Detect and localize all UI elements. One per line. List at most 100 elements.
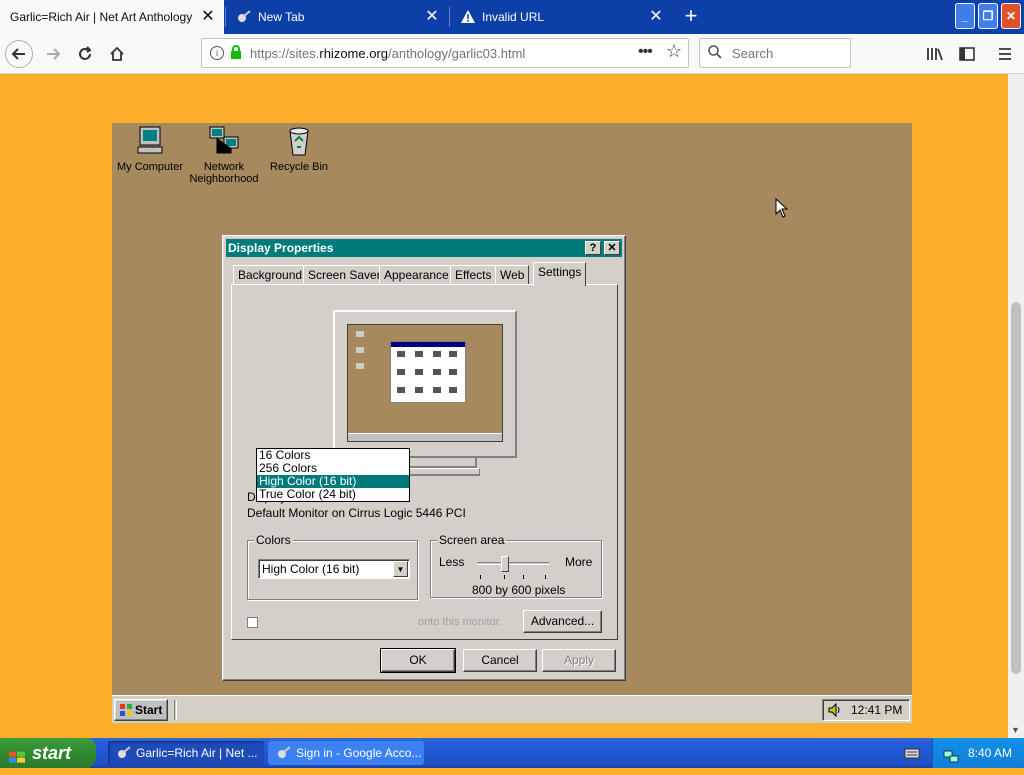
dialog-title: Display Properties <box>228 241 334 255</box>
apply-button[interactable]: Apply <box>542 649 616 672</box>
xp-clock[interactable]: 8:40 AM <box>968 738 1012 768</box>
display-value: Default Monitor on Cirrus Logic 5446 PCI <box>247 506 466 520</box>
hamburger-icon <box>999 48 1011 60</box>
hidden-checkbox-label: onto this monitor. <box>418 616 502 628</box>
colors-dropdown-list: 16 Colors 256 Colors High Color (16 bit)… <box>256 448 410 502</box>
ok-button[interactable]: OK <box>380 648 456 673</box>
cancel-button[interactable]: Cancel <box>463 649 537 672</box>
mini-window <box>390 341 466 403</box>
screen-area-group: Screen area Less More 800 by 600 pixels <box>430 533 602 598</box>
close-tab-icon[interactable]: ✕ <box>200 9 216 25</box>
my-computer-icon <box>134 125 166 157</box>
tab-effects[interactable]: Effects <box>450 265 497 285</box>
browser-nav-bar: i https://sites.rhizome.org/anthology/ga… <box>0 34 1024 74</box>
tab-background[interactable]: Background <box>233 265 308 285</box>
help-button[interactable]: ? <box>585 241 601 255</box>
warning-icon <box>460 9 476 25</box>
close-window-button[interactable]: ✕ <box>1001 3 1021 29</box>
tab-new-tab[interactable]: New Tab ✕ <box>226 0 448 34</box>
garlic-favicon-icon <box>236 9 252 25</box>
chevron-down-icon[interactable]: ▼ <box>393 561 408 577</box>
slider-thumb[interactable] <box>501 556 509 572</box>
reload-button[interactable] <box>71 40 99 68</box>
icon-label: My Computer <box>116 161 184 173</box>
slider-more-label: More <box>565 555 593 569</box>
checkbox-icon[interactable] <box>247 617 258 629</box>
mini-desktop-icons <box>352 331 368 369</box>
screen-area-value: 800 by 600 pixels <box>472 583 566 597</box>
win98-clock[interactable]: 12:41 PM <box>851 700 902 720</box>
url-path: /anthology/garlic03.html <box>388 45 526 61</box>
tab-web[interactable]: Web <box>495 265 530 285</box>
search-icon <box>708 44 722 62</box>
garlic-favicon-icon <box>116 745 132 765</box>
recycle-bin-icon <box>283 125 315 157</box>
search-input[interactable]: Search <box>699 38 851 68</box>
xp-start-button[interactable]: start <box>0 738 96 768</box>
xp-system-tray: 8:40 AM <box>932 738 1024 768</box>
xp-taskbar: start Garlic=Rich Air | Net ... Sign in … <box>0 738 1024 768</box>
win98-start-button[interactable]: Start <box>114 699 168 721</box>
tab-garlic[interactable]: Garlic=Rich Air | Net Art Anthology ✕ <box>0 0 224 34</box>
xp-task-item-google[interactable]: Sign in - Google Acco... <box>268 741 424 765</box>
minimize-window-button[interactable]: _ <box>955 3 975 29</box>
monitor-preview <box>333 310 517 458</box>
tab-settings[interactable]: Settings <box>533 262 587 286</box>
close-tab-icon[interactable]: ✕ <box>424 9 440 25</box>
desktop-icon-network[interactable]: Network Neighborhood <box>186 125 262 185</box>
new-tab-button[interactable]: + <box>680 5 702 28</box>
network-neighborhood-icon <box>208 125 240 157</box>
sidebar-icon <box>959 47 975 61</box>
lock-icon <box>230 44 242 62</box>
scroll-down-arrow-icon[interactable]: ▼ <box>1011 725 1020 735</box>
forward-button[interactable] <box>39 40 67 68</box>
monitor-screen <box>347 324 503 442</box>
mini-taskbar <box>348 433 502 441</box>
desktop-icon-recycle-bin[interactable]: Recycle Bin <box>261 125 337 173</box>
speaker-icon[interactable] <box>827 702 843 723</box>
xp-task-item-garlic[interactable]: Garlic=Rich Air | Net ... <box>108 741 264 765</box>
tab-screen-saver[interactable]: Screen Saver <box>303 265 386 285</box>
home-button[interactable] <box>103 40 131 68</box>
library-icon <box>927 48 943 61</box>
system-tray: 12:41 PM <box>822 699 910 721</box>
back-arrow-icon <box>11 48 25 60</box>
info-icon[interactable]: i <box>210 46 224 60</box>
hidden-checkbox[interactable] <box>247 615 258 629</box>
keyboard-icon[interactable] <box>904 746 920 765</box>
back-button[interactable] <box>5 40 33 68</box>
sidebar-button[interactable] <box>953 40 981 68</box>
tab-invalid-url[interactable]: Invalid URL ✕ <box>450 0 672 34</box>
url-bar[interactable]: i https://sites.rhizome.org/anthology/ga… <box>201 38 689 68</box>
url-text: https://sites.rhizome.org/anthology/garl… <box>250 46 525 61</box>
colors-selected-value: High Color (16 bit) <box>262 562 360 576</box>
slider-less-label: Less <box>439 555 465 569</box>
tab-appearance[interactable]: Appearance <box>379 265 454 285</box>
page-actions-icon[interactable]: ••• <box>638 43 653 61</box>
icon-label: Network Neighborhood <box>189 161 259 185</box>
colors-group-label: Colors <box>254 533 293 547</box>
colors-select[interactable]: High Color (16 bit) ▼ <box>258 559 410 579</box>
menu-button[interactable] <box>991 40 1019 68</box>
color-option[interactable]: True Color (24 bit) <box>257 488 409 501</box>
icon-label: Recycle Bin <box>269 161 329 173</box>
win98-desktop: My Computer Network Neighborhood Recycle… <box>112 123 912 723</box>
close-tab-icon[interactable]: ✕ <box>648 9 664 25</box>
scrollbar-thumb[interactable] <box>1011 302 1021 674</box>
library-button[interactable] <box>921 40 949 68</box>
xp-start-label: start <box>32 743 72 763</box>
desktop-icon-my-computer[interactable]: My Computer <box>112 125 188 173</box>
garlic-favicon-icon <box>276 745 292 765</box>
screen-area-slider[interactable] <box>477 556 549 586</box>
network-icon[interactable] <box>943 745 959 775</box>
windows-flag-icon <box>8 745 26 775</box>
win98-taskbar: Start 12:41 PM <box>112 695 912 723</box>
advanced-button[interactable]: Advanced... <box>523 610 602 633</box>
browser-tab-bar: Garlic=Rich Air | Net Art Anthology ✕ Ne… <box>0 0 1024 34</box>
close-button[interactable]: ✕ <box>604 241 620 255</box>
screen-area-group-label: Screen area <box>437 533 507 547</box>
dialog-title-bar[interactable]: Display Properties ? ✕ <box>226 239 622 257</box>
bookmark-star-icon[interactable]: ☆ <box>666 41 682 62</box>
page-scrollbar[interactable]: ▼ <box>1008 74 1024 738</box>
restore-window-button[interactable]: ❐ <box>978 3 998 29</box>
